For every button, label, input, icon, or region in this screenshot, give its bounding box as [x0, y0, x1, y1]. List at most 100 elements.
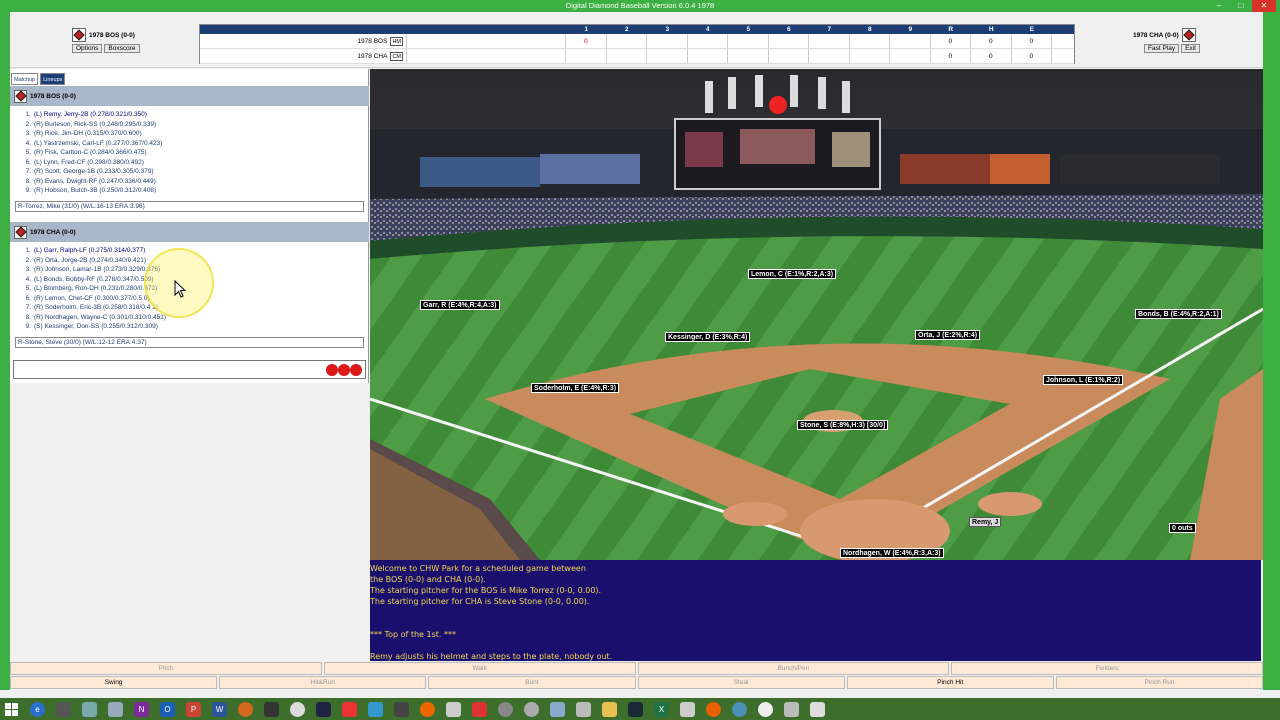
excel-icon[interactable]: X: [654, 701, 669, 717]
app-icon[interactable]: [680, 701, 695, 717]
linescore-cell: 0: [971, 49, 1012, 63]
matchup-panel: Matchup Lineups 1978 BOS (0-0) 1. (L) Rem…: [10, 69, 369, 662]
firefox-icon[interactable]: [706, 701, 721, 717]
pitch-button[interactable]: Pitch: [10, 662, 322, 675]
linescore-cell: [890, 49, 931, 63]
pinch-run-button[interactable]: Pinch Run: [1055, 676, 1264, 689]
baseball-icon[interactable]: [758, 701, 773, 717]
pbp-line: [370, 607, 1261, 618]
options-button[interactable]: Options: [72, 44, 103, 53]
hit-run-button[interactable]: Hit&Run: [219, 676, 427, 689]
app-icon[interactable]: [446, 701, 461, 717]
mouse-cursor-icon: [174, 280, 186, 298]
lineup-item[interactable]: 2. (R) Burleson, Rick-SS (0.248/0.295/0.3…: [22, 120, 369, 130]
steal-button[interactable]: Steal: [637, 676, 845, 689]
fielder-label-2b[interactable]: Orta, J (E:2%,R:4): [915, 330, 981, 340]
lineup-player: (L) Blomberg, Ron-DH (0.231/0.280/0.372): [34, 285, 158, 292]
tab-lineups[interactable]: Lineups: [40, 73, 66, 85]
left-panel-blank: [10, 383, 369, 662]
fielder-label-ss[interactable]: Kessinger, D (E:3%,R:4): [665, 332, 751, 342]
lineup-order: 1.: [25, 111, 31, 118]
boxscore-button[interactable]: Boxscore: [104, 44, 140, 53]
bunt-button[interactable]: Bunt: [428, 676, 636, 689]
word-icon[interactable]: W: [212, 701, 227, 717]
fielder-label-lf[interactable]: Garr, R (E:4%,R:4,A:3): [420, 300, 500, 310]
baseball-icon[interactable]: [290, 701, 305, 717]
lineup-item[interactable]: 5. (R) Fisk, Carlton-C (0.284/0.366/0.475…: [22, 148, 369, 158]
fielder-label-cf[interactable]: Lemon, C (E:1%,R:2,A:3): [748, 269, 837, 279]
fielder-label-c[interactable]: Nordhagen, W (E:4%,R:3,A:3): [840, 548, 944, 558]
batter-label[interactable]: Remy, J: [969, 517, 1002, 527]
fielder-label-3b[interactable]: Soderholm, E (E:4%,R:3): [531, 383, 620, 393]
steam-icon[interactable]: [628, 701, 643, 717]
fielder-label-1b[interactable]: Johnson, L (E:1%,R:2): [1043, 375, 1124, 385]
outs-indicator: [13, 360, 366, 379]
exit-button[interactable]: Exit: [1181, 44, 1200, 53]
out-dot: [350, 364, 362, 376]
lineup-item[interactable]: 9. (S) Kessinger, Don-SS (0.255/0.312/0.3…: [22, 322, 369, 332]
lineup-item[interactable]: 8. (R) Nordhagen, Wayne-C (0.301/0.310/0.…: [22, 313, 369, 323]
linescore-cell: 0: [1012, 34, 1052, 48]
fielders-button[interactable]: Fielders: [951, 662, 1263, 675]
bos-pitcher[interactable]: R-Torrez, Mike (31/0) (W/L:16-13 ERA:3.9…: [15, 200, 364, 212]
lineup-item[interactable]: 1. (L) Remy, Jerry-2B (0.278/0.321/0.350): [22, 110, 369, 120]
app-icon[interactable]: [56, 701, 71, 717]
app-icon[interactable]: [524, 701, 539, 717]
app-icon[interactable]: [368, 701, 383, 717]
bunch-pen-button[interactable]: Bunch/Pen: [637, 662, 950, 675]
lineup-item[interactable]: 3. (R) Rice, Jim-DH (0.315/0.370/0.600): [22, 129, 369, 139]
lineup-order: 4.: [25, 275, 31, 283]
ie-icon[interactable]: e: [30, 701, 45, 717]
lineup-item[interactable]: 4. (L) Yastrzemski, Carl-LF (0.277/0.367/…: [22, 139, 369, 149]
lineup-player: (R) Soderholm, Eric-3B (0.258/0.318/0.4 …: [34, 304, 158, 311]
fielder-label-p[interactable]: Stone, S (E:8%,H:3) [30/0]: [797, 420, 889, 430]
basketball-icon[interactable]: [238, 701, 253, 717]
cha-pitcher[interactable]: R-Stone, Steve (30/0) (W/L:12-12 ERA:4.3…: [15, 336, 364, 348]
lineup-player: (L) Garr, Ralph-LF (0.275/0.314/0.377): [34, 247, 146, 254]
app-icon[interactable]: [576, 701, 591, 717]
app-icon[interactable]: [784, 701, 799, 717]
close-icon[interactable]: ✕: [1252, 0, 1276, 12]
linescore-row: 1978 BOS HM 0 0 0 0: [200, 34, 1074, 49]
lineup-item[interactable]: 6. (L) Lynn, Fred-CF (0.298/0.380/0.492): [22, 158, 369, 168]
taskbar: e N O P W X: [0, 698, 1280, 720]
windows-start-icon[interactable]: [4, 702, 19, 717]
minimize-icon[interactable]: –: [1208, 0, 1230, 12]
app-icon[interactable]: [342, 701, 357, 717]
lineup-item[interactable]: 7. (R) Scott, George-1B (0.233/0.305/0.37…: [22, 167, 369, 177]
app-icon[interactable]: [264, 701, 279, 717]
linescore-cell: 0: [566, 34, 607, 48]
app-icon[interactable]: [732, 701, 747, 717]
app-icon[interactable]: [316, 701, 331, 717]
stadium-image: [370, 69, 1263, 560]
linescore-inning-header: 5: [746, 26, 751, 33]
fielder-label-rf[interactable]: Bonds, B (E:4%,R:2,A:1): [1135, 309, 1222, 319]
lineup-item[interactable]: 8. (R) Evans, Dwight-RF (0.247/0.336/0.44…: [22, 177, 369, 187]
lineup-item[interactable]: 9. (R) Hobson, Butch-3B (0.250/0.312/0.40…: [22, 186, 369, 196]
powerpoint-icon[interactable]: P: [186, 701, 201, 717]
app-icon[interactable]: [810, 701, 825, 717]
linescore-cell: 0: [971, 34, 1012, 48]
file-explorer-icon[interactable]: [602, 701, 617, 717]
tab-matchup[interactable]: Matchup: [11, 73, 39, 85]
calculator-icon[interactable]: [108, 701, 123, 717]
pinch-hit-button[interactable]: Pinch Hit: [846, 676, 1054, 689]
lineup-order: 9.: [25, 187, 31, 194]
fast-play-button[interactable]: Fast Play: [1144, 44, 1180, 53]
maximize-icon[interactable]: □: [1230, 0, 1252, 12]
swing-button[interactable]: Swing: [10, 676, 218, 689]
app-icon[interactable]: [394, 701, 409, 717]
lineup-player: (R) Orta, Jorge-2B (0.274/0.340/0.421): [34, 256, 147, 264]
walk-button[interactable]: Walk: [323, 662, 636, 675]
app-icon[interactable]: [472, 701, 487, 717]
app-icon[interactable]: [550, 701, 565, 717]
outlook-icon[interactable]: O: [160, 701, 175, 717]
app-icon[interactable]: [420, 701, 435, 717]
onenote-icon[interactable]: N: [134, 701, 149, 717]
panel-tabs: Matchup Lineups: [10, 69, 368, 86]
app-icon[interactable]: [82, 701, 97, 717]
lineup-player: (R) Fisk, Carlton-C (0.284/0.366/0.475): [34, 149, 147, 156]
linescore-cell: 0: [931, 34, 971, 48]
app-icon[interactable]: [498, 701, 513, 717]
linescore-cell: [850, 49, 890, 63]
